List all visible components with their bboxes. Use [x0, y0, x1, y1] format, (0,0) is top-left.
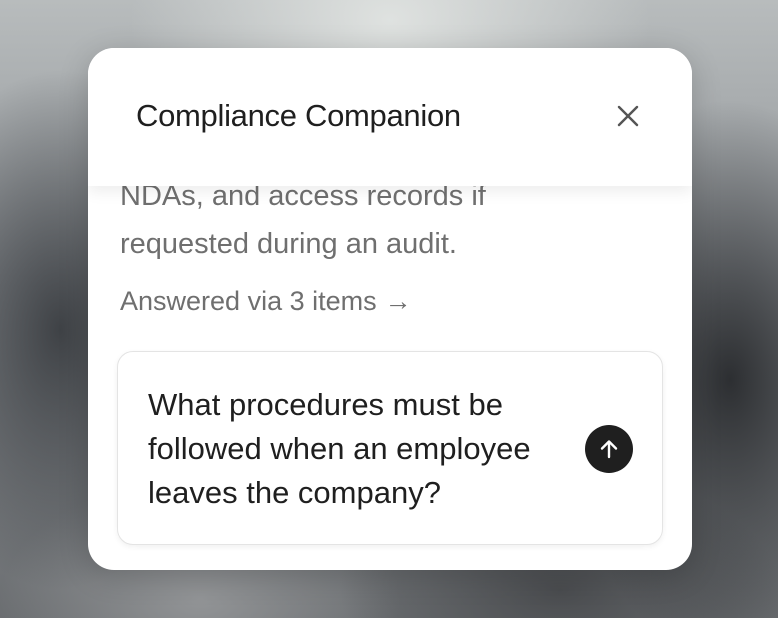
- send-button[interactable]: [585, 425, 633, 473]
- close-button[interactable]: [610, 98, 646, 134]
- compliance-companion-dialog: Compliance Companion NDAs, and access re…: [88, 48, 692, 570]
- dialog-header: Compliance Companion: [88, 48, 692, 186]
- close-icon: [617, 105, 639, 127]
- sources-label: Answered via 3 items: [120, 286, 377, 316]
- question-text[interactable]: What procedures must be followed when an…: [148, 383, 568, 515]
- answer-text: NDAs, and access records if requested du…: [120, 172, 640, 268]
- question-line: followed when an employee: [148, 431, 531, 466]
- answered-via-sources-link[interactable]: Answered via 3 items →: [120, 286, 412, 317]
- arrow-up-icon: [600, 440, 618, 459]
- question-input-card[interactable]: What procedures must be followed when an…: [117, 351, 663, 545]
- answer-line: requested during an audit.: [120, 228, 457, 260]
- arrow-right-icon: →: [384, 286, 412, 316]
- question-line: leaves the company?: [148, 475, 441, 510]
- dialog-title: Compliance Companion: [136, 98, 461, 133]
- question-line: What procedures must be: [148, 387, 503, 422]
